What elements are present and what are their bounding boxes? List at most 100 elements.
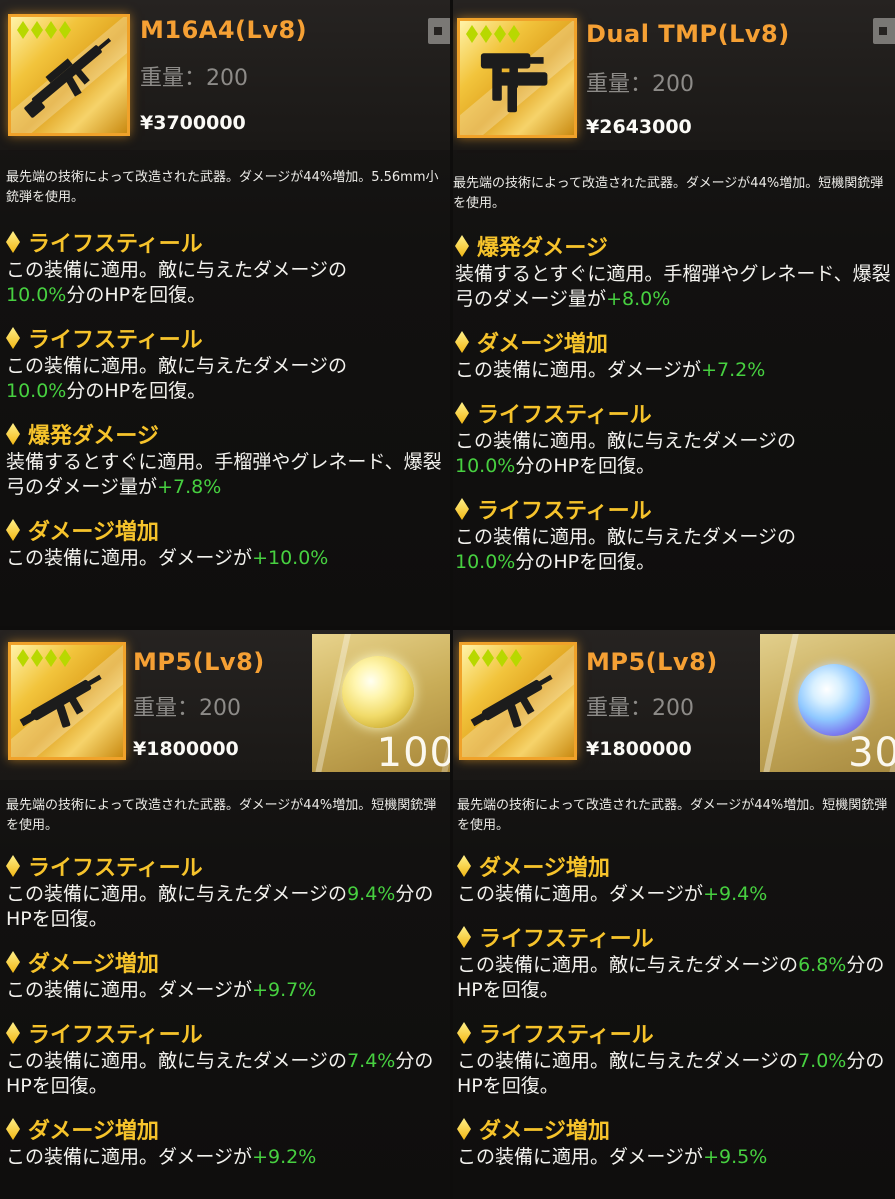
skill-title-text: ダメージ増加 [28,520,159,545]
skill-title: ダメージ増加 [6,946,450,978]
skill-entry: ライフスティール この装備に適用。敵に与えたダメージの9.4%分のHPを回復。 [6,850,450,932]
skill-value: 10.0% [455,551,516,573]
diamond-icon [17,21,29,39]
skill-entry: ライフスティール この装備に適用。敵に与えたダメージの7.0%分のHPを回復。 [457,1017,895,1099]
diamond-icon [468,649,480,667]
skill-title: ダメージ増加 [457,850,895,882]
item-card-dual-tmp[interactable]: Dual TMP(Lv8) 重量：200 ¥2643000 最先端の技術によって… [453,0,895,626]
item-card-mp5-a[interactable]: MP5(Lv8) 重量：200 ¥1800000 100 最先端の技術によって改… [0,630,450,1199]
item-weight: 重量：200 [140,66,248,91]
diamond-icon [508,25,520,43]
rarity-stars [17,649,71,667]
skill-text: この装備に適用。敵に与えたダメージの [457,1050,799,1072]
skill-text: この装備に適用。敵に与えたダメージの [455,526,797,548]
skill-description: この装備に適用。敵に与えたダメージの6.8%分のHPを回復。 [457,953,895,1003]
skill-value: 6.8% [798,954,847,976]
gem-icon [798,664,870,736]
skill-title: ライフスティール [6,1017,450,1049]
gem-icon [342,656,414,728]
skill-entry: ライフスティール この装備に適用。敵に与えたダメージの 10.0%分のHPを回復。 [6,322,450,404]
gem-slot[interactable]: 100 [312,634,450,772]
skill-title-text: ライフスティール [479,1023,654,1048]
skill-title: ライフスティール [455,397,895,429]
rarity-stars [17,21,71,39]
skill-entry: ダメージ増加 この装備に適用。ダメージが+9.2% [6,1113,450,1170]
diamond-icon [457,855,471,877]
skill-value: +7.2% [701,359,766,381]
skill-text-after: 分のHPを回復。 [515,455,656,477]
skill-entry: ライフスティール この装備に適用。敵に与えたダメージの7.4%分のHPを回復。 [6,1017,450,1099]
skill-value: 7.4% [347,1050,396,1072]
skill-title-text: ライフスティール [28,328,203,353]
skill-description: この装備に適用。敵に与えたダメージの7.4%分のHPを回復。 [6,1049,450,1099]
diamond-icon [45,649,57,667]
diamond-icon [457,1022,471,1044]
skill-title: ライフスティール [6,322,450,354]
item-price: ¥1800000 [133,738,239,760]
skill-list: ライフスティール この装備に適用。敵に与えたダメージの 10.0%分のHPを回復。ラ… [6,226,450,585]
skill-title-text: ライフスティール [28,1023,203,1048]
skill-text: 装備するとすぐに適用。手榴弾やグレネード、爆裂弓のダメージ量が [455,263,891,310]
skill-value: +9.4% [703,883,768,905]
skill-title-text: ダメージ増加 [479,856,610,881]
diamond-icon [59,21,71,39]
diamond-icon [457,1118,471,1140]
skill-description: この装備に適用。ダメージが+10.0% [6,546,450,571]
item-name: Dual TMP(Lv8) [586,20,790,48]
diamond-icon [45,21,57,39]
skill-title-text: ライフスティール [28,856,203,881]
gem-count: 30 [848,730,895,772]
skill-entry: ライフスティール この装備に適用。敵に与えたダメージの6.8%分のHPを回復。 [457,921,895,1003]
skill-value: 9.4% [347,883,396,905]
skill-value: 10.0% [6,380,67,402]
skill-value: +9.5% [703,1146,768,1168]
diamond-icon [17,649,29,667]
skill-description: この装備に適用。ダメージが+7.2% [455,358,895,383]
item-card-m16a4[interactable]: M16A4(Lv8) 重量：200 ¥3700000 最先端の技術によって改造さ… [0,0,450,626]
skill-entry: 爆発ダメージ 装備するとすぐに適用。手榴弾やグレネード、爆裂弓のダメージ量が+7.… [6,418,450,500]
item-card-mp5-b[interactable]: MP5(Lv8) 重量：200 ¥1800000 30 最先端の技術によって改造… [453,630,895,1199]
skill-entry: 爆発ダメージ 装備するとすぐに適用。手榴弾やグレネード、爆裂弓のダメージ量が+8.… [455,230,895,312]
diamond-icon [59,649,71,667]
item-description: 最先端の技術によって改造された武器。ダメージが44%増加。短機関銃弾を使用。 [453,176,884,211]
gem-slot[interactable]: 30 [760,634,895,772]
skill-description: 装備するとすぐに適用。手榴弾やグレネード、爆裂弓のダメージ量が+8.0% [455,262,895,312]
skill-description: この装備に適用。ダメージが+9.7% [6,978,450,1003]
skill-text: この装備に適用。敵に与えたダメージの [457,954,799,976]
skill-text: この装備に適用。敵に与えたダメージの [6,259,348,281]
diamond-icon [496,649,508,667]
skill-title: ダメージ増加 [6,514,450,546]
diamond-icon [455,331,469,353]
skill-text: この装備に適用。敵に与えたダメージの [455,430,797,452]
diamond-icon [510,649,522,667]
skill-description: この装備に適用。敵に与えたダメージの 10.0%分のHPを回復。 [455,525,895,575]
skill-value: +9.2% [252,1146,317,1168]
diamond-icon [6,231,20,253]
skill-title-text: ダメージ増加 [479,1119,610,1144]
item-weight: 重量：200 [586,72,694,97]
skill-value: 10.0% [455,455,516,477]
skill-title: ライフスティール [6,226,450,258]
skill-text: この装備に適用。敵に与えたダメージの [6,355,348,377]
diamond-icon [457,926,471,948]
skill-entry: ライフスティール この装備に適用。敵に与えたダメージの 10.0%分のHPを回復。 [455,493,895,575]
lock-icon[interactable] [873,18,895,44]
skill-entry: ダメージ増加 この装備に適用。ダメージが+9.5% [457,1113,895,1170]
weapon-thumbnail [457,18,577,138]
skill-title-text: ライフスティール [477,403,652,428]
item-description: 最先端の技術によって改造された武器。ダメージが44%増加。短機関銃弾を使用。 [457,798,888,833]
skill-text-after: 分のHPを回復。 [66,284,207,306]
skill-text-after: 分のHPを回復。 [515,551,656,573]
diamond-icon [6,423,20,445]
diamond-icon [6,519,20,541]
diamond-icon [455,498,469,520]
skill-title-text: ダメージ増加 [477,332,608,357]
item-name: M16A4(Lv8) [140,16,308,44]
skill-description: この装備に適用。ダメージが+9.4% [457,882,895,907]
weapon-thumbnail [459,642,577,760]
item-description: 最先端の技術によって改造された武器。ダメージが44%増加。5.56mm小銃弾を使… [6,170,439,205]
skill-title: ライフスティール [457,1017,895,1049]
lock-icon[interactable] [428,18,450,44]
skill-title: ライフスティール [457,921,895,953]
skill-text: 装備するとすぐに適用。手榴弾やグレネード、爆裂弓のダメージ量が [6,451,442,498]
